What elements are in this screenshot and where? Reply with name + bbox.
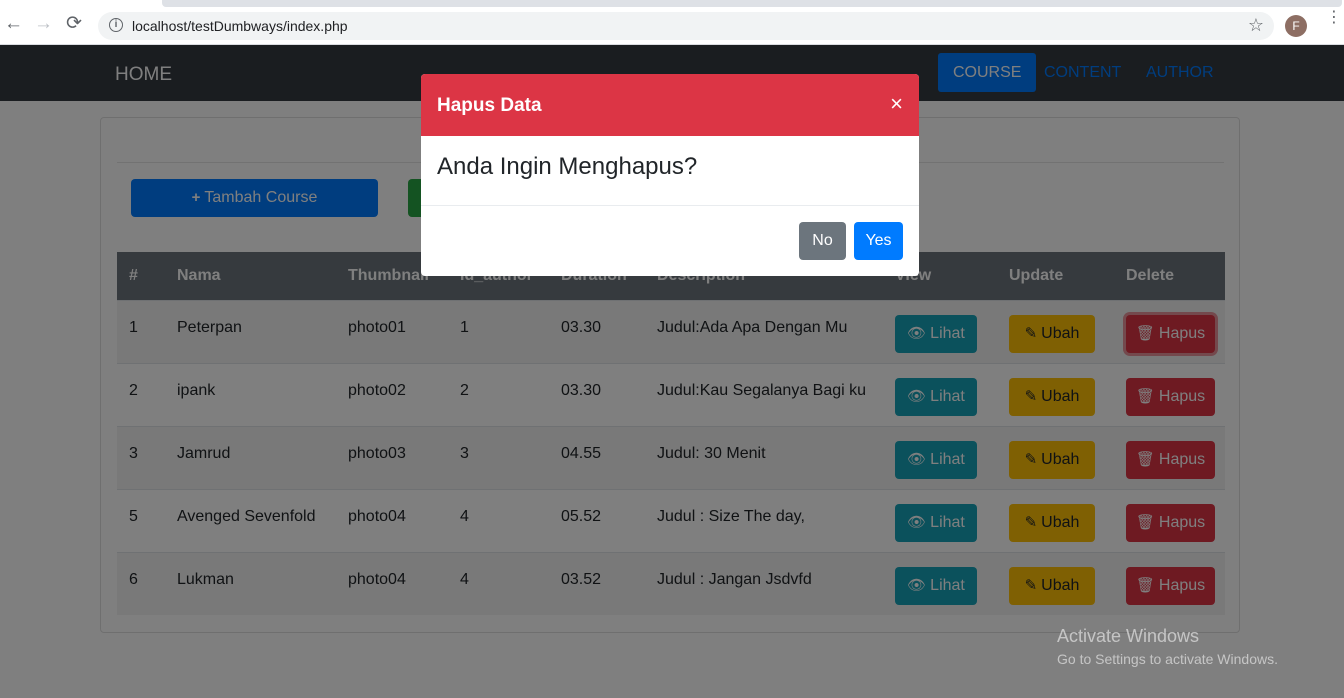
- info-icon[interactable]: i: [109, 18, 123, 32]
- activate-windows-title: Activate Windows: [1057, 626, 1200, 646]
- profile-avatar[interactable]: F: [1285, 15, 1307, 37]
- back-icon[interactable]: ←: [4, 14, 23, 34]
- yes-button[interactable]: Yes: [854, 222, 903, 260]
- modal-body: Anda Ingin Menghapus?: [421, 136, 919, 206]
- address-bar[interactable]: i localhost/testDumbways/index.php ☆: [98, 12, 1274, 40]
- close-icon[interactable]: ×: [890, 92, 903, 116]
- bookmark-star-icon[interactable]: ☆: [1248, 15, 1264, 36]
- delete-confirm-modal: Hapus Data × Anda Ingin Menghapus? No Ye…: [421, 74, 919, 276]
- activate-windows-subtitle: Go to Settings to activate Windows.: [1057, 651, 1278, 667]
- modal-title: Hapus Data: [437, 95, 542, 116]
- modal-header: Hapus Data ×: [421, 74, 919, 136]
- no-button[interactable]: No: [799, 222, 846, 260]
- forward-icon[interactable]: →: [34, 14, 53, 34]
- modal-question: Anda Ingin Menghapus?: [437, 153, 698, 180]
- browser-menu-icon[interactable]: ⋮: [1326, 10, 1342, 26]
- reload-icon[interactable]: ⟳: [66, 14, 82, 34]
- tab-strip: [162, 0, 1342, 7]
- url-text[interactable]: localhost/testDumbways/index.php: [132, 18, 348, 34]
- browser-toolbar: ← → ⟳ i localhost/testDumbways/index.php…: [0, 0, 1344, 45]
